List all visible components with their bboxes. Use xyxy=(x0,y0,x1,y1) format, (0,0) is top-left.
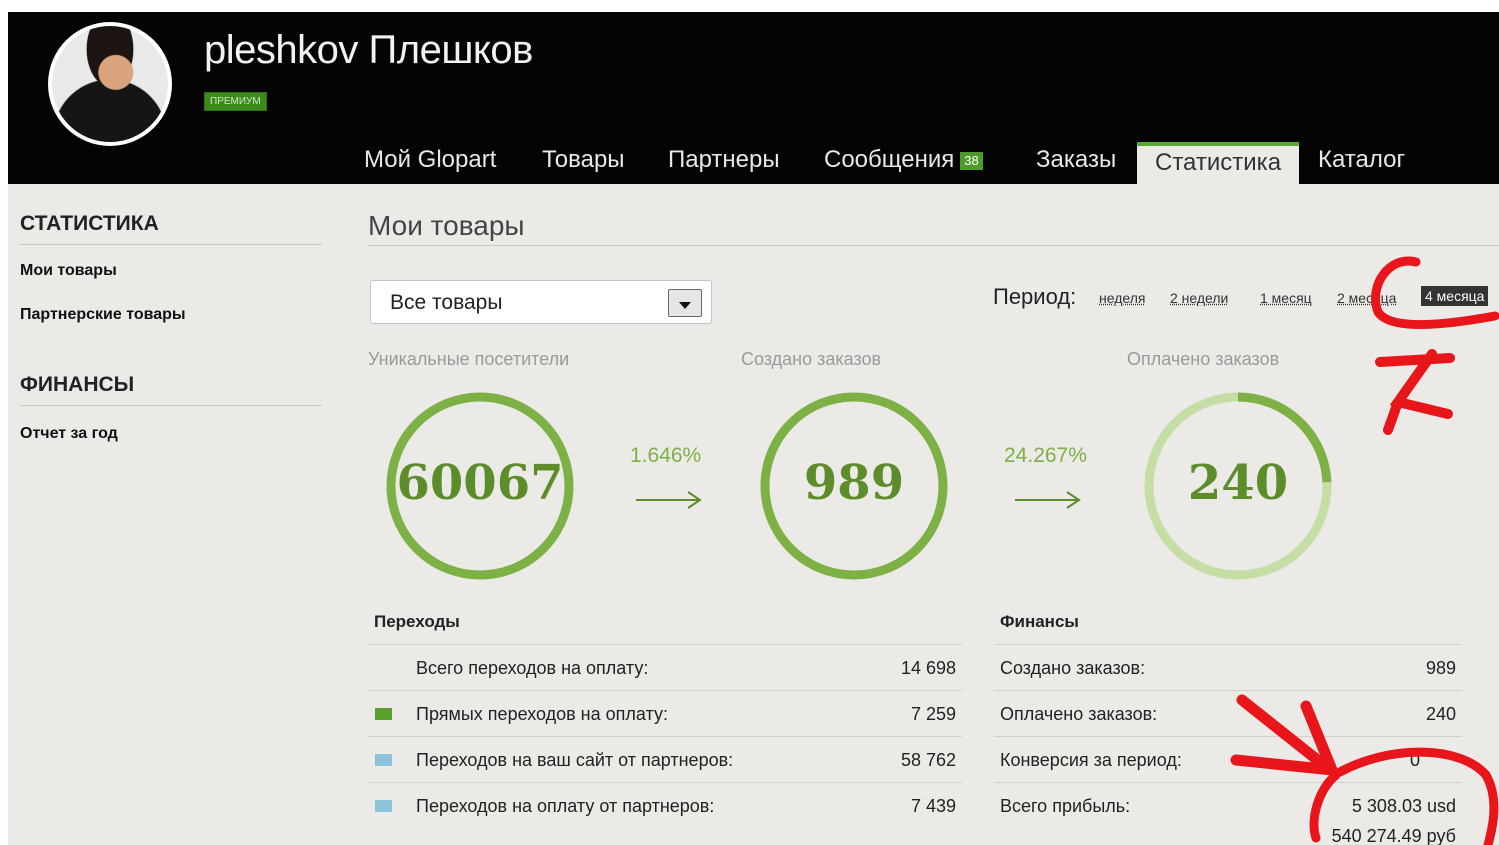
finances-row-label: Оплачено заказов: xyxy=(1000,704,1158,724)
avatar[interactable] xyxy=(48,22,172,146)
product-select[interactable]: Все товары xyxy=(370,280,712,324)
finances-row-label: Создано заказов: xyxy=(1000,658,1146,678)
finances-row-value: 0 xyxy=(1409,750,1420,770)
conversion-visitors-to-orders: 1.646% xyxy=(630,444,702,467)
stat-label-orders-paid: Оплачено заказов xyxy=(1127,349,1280,369)
transitions-row-label: Переходов на оплату от партнеров: xyxy=(416,796,715,816)
nav-products[interactable]: Товары xyxy=(542,142,625,184)
header-bar: pleshkov Плешков ПРЕМИУМ Мой Glopart Тов… xyxy=(8,12,1499,188)
premium-badge: ПРЕМИУМ xyxy=(204,92,267,111)
finances-row-value: 989 xyxy=(1425,658,1456,678)
period-2-months[interactable]: 2 месяца xyxy=(1337,290,1396,306)
finances-row-value: 240 xyxy=(1425,704,1456,724)
total-profit-rub: 540 274.49 руб xyxy=(1331,826,1456,845)
title-divider xyxy=(368,245,1499,246)
transitions-heading: Переходы xyxy=(374,612,460,631)
stat-label-orders-created: Создано заказов xyxy=(741,349,882,369)
period-4-months[interactable]: 4 месяца xyxy=(1421,286,1489,306)
divider xyxy=(994,690,1462,691)
transitions-row-label: Переходов на ваш сайт от партнеров: xyxy=(416,750,734,770)
sidebar-heading-finances: ФИНАНСЫ xyxy=(20,373,322,406)
transitions-row-value: 7 259 xyxy=(910,704,956,724)
chevron-down-icon[interactable] xyxy=(668,289,702,317)
product-select-value: Все товары xyxy=(390,291,503,314)
transitions-row-value: 14 698 xyxy=(900,658,956,678)
nav-catalog[interactable]: Каталог xyxy=(1318,142,1405,184)
sidebar-heading-statistics: СТАТИСТИКА xyxy=(20,212,322,245)
nav-partners[interactable]: Партнеры xyxy=(668,142,780,184)
total-profit-usd: 5 308.03 usd xyxy=(1351,796,1456,816)
nav-messages[interactable]: Сообщения 38 xyxy=(824,142,983,184)
divider xyxy=(368,782,962,783)
period-2-weeks[interactable]: 2 недели xyxy=(1170,290,1228,306)
value-unique-visitors: 60067 xyxy=(396,455,564,511)
legend-swatch-partner-site xyxy=(375,754,392,766)
divider xyxy=(368,690,962,691)
sidebar-item-my-products[interactable]: Мои товары xyxy=(20,262,117,280)
nav-my-glopart[interactable]: Мой Glopart xyxy=(364,142,496,184)
nav-statistics[interactable]: Статистика xyxy=(1137,142,1300,188)
finances-row-label: Всего прибыль: xyxy=(1000,796,1131,816)
transitions-row-value: 58 762 xyxy=(900,750,956,770)
profile-username: pleshkov Плешков xyxy=(204,28,533,72)
message-count-badge: 38 xyxy=(960,151,983,170)
divider xyxy=(994,736,1462,737)
value-orders-created: 989 xyxy=(803,455,905,511)
divider xyxy=(368,644,962,645)
legend-swatch-partner-payment xyxy=(375,800,392,812)
arrow-right-icon xyxy=(1015,491,1081,509)
sidebar-item-annual-report[interactable]: Отчет за год xyxy=(20,425,118,443)
nav-messages-label: Сообщения xyxy=(824,146,955,173)
sidebar-item-partner-products[interactable]: Партнерские товары xyxy=(20,306,186,324)
transitions-row-label: Прямых переходов на оплату: xyxy=(416,704,668,724)
stat-label-unique-visitors: Уникальные посетители xyxy=(368,349,570,369)
period-week[interactable]: неделя xyxy=(1099,290,1145,306)
transitions-row-value: 7 439 xyxy=(910,796,956,816)
avatar-photo xyxy=(52,26,168,142)
value-orders-paid: 240 xyxy=(1187,455,1289,511)
arrow-right-icon xyxy=(636,491,702,509)
nav-orders[interactable]: Заказы xyxy=(1036,142,1116,184)
period-1-month[interactable]: 1 месяц xyxy=(1260,290,1312,306)
finances-row-label: Конверсия за период: xyxy=(1000,750,1182,770)
page-title: Мои товары xyxy=(368,210,525,241)
page: pleshkov Плешков ПРЕМИУМ Мой Glopart Тов… xyxy=(8,12,1499,845)
period-label: Период: xyxy=(993,284,1077,309)
divider xyxy=(994,644,1462,645)
divider xyxy=(368,736,962,737)
conversion-orders-to-paid: 24.267% xyxy=(1004,444,1087,467)
finances-heading: Финансы xyxy=(1000,612,1079,631)
transitions-row-label: Всего переходов на оплату: xyxy=(416,658,649,678)
divider xyxy=(994,782,1462,783)
legend-swatch-direct xyxy=(375,708,392,720)
